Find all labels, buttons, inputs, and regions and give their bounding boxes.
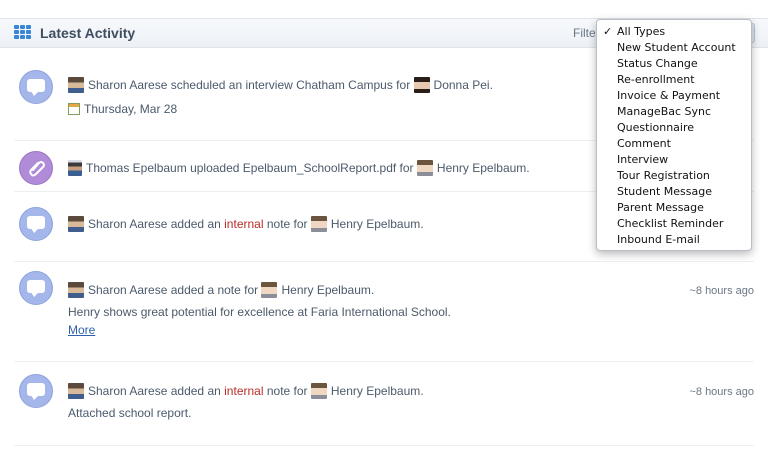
chat-bubble-icon	[19, 207, 53, 241]
avatar	[310, 215, 327, 232]
chat-bubble-icon	[19, 374, 53, 408]
filter-option-interview[interactable]: Interview	[597, 152, 751, 168]
chat-bubble-icon	[19, 70, 53, 104]
activity-date: Thursday, Mar 28	[68, 100, 177, 118]
action-text: added an	[170, 384, 221, 398]
filter-option-status-change[interactable]: Status Change	[597, 56, 751, 72]
activity-text: Sharon Aarese added a note for Henry Epe…	[68, 281, 374, 299]
note-body: Henry shows great potential for excellen…	[68, 305, 451, 319]
action-text: note for	[266, 384, 308, 398]
activity-text: Thomas Epelbaum uploaded Epelbaum_School…	[68, 159, 530, 177]
paperclip-icon	[19, 151, 53, 185]
activity-text: Sharon Aarese added an internal note for…	[68, 382, 424, 400]
filter-dropdown-menu: ✓ All Types New Student Account Status Ch…	[596, 19, 752, 251]
activity-item: Sharon Aarese added an internal note for…	[14, 361, 754, 446]
actor-link[interactable]: Sharon Aarese	[88, 78, 167, 92]
filter-option-re-enrollment[interactable]: Re-enrollment	[597, 72, 751, 88]
target-link[interactable]: Donna Pei.	[434, 78, 493, 92]
timestamp: ~8 hours ago	[689, 386, 754, 398]
filter-option-questionnaire[interactable]: Questionnaire	[597, 120, 751, 136]
internal-label: internal	[224, 384, 264, 398]
checkmark-icon: ✓	[603, 25, 613, 38]
avatar	[68, 76, 84, 93]
activity-item: Sharon Aarese added a note for Henry Epe…	[14, 261, 754, 362]
target-link[interactable]: Henry Epelbaum.	[281, 283, 374, 297]
filter-option-comment[interactable]: Comment	[597, 136, 751, 152]
activity-text: Sharon Aarese added an internal note for…	[68, 215, 424, 233]
target-link[interactable]: Henry Epelbaum.	[437, 161, 530, 175]
actor-link[interactable]: Sharon Aarese	[88, 217, 167, 231]
grid-icon	[14, 25, 32, 39]
target-link[interactable]: Henry Epelbaum.	[331, 217, 424, 231]
note-body: Attached school report.	[68, 406, 192, 420]
more-link[interactable]: More	[68, 323, 95, 337]
action-text: added a note for	[170, 283, 259, 297]
page-title: Latest Activity	[40, 25, 136, 41]
filter-option-tour-registration[interactable]: Tour Registration	[597, 168, 751, 184]
avatar	[413, 76, 430, 93]
actor-link[interactable]: Sharon Aarese	[88, 384, 167, 398]
timestamp: ~8 hours ago	[689, 285, 754, 297]
filter-label[interactable]: Filte	[573, 26, 596, 40]
actor-link[interactable]: Sharon Aarese	[88, 283, 167, 297]
filter-option-student-message[interactable]: Student Message	[597, 184, 751, 200]
calendar-icon	[68, 102, 80, 115]
filter-option-inbound-email[interactable]: Inbound E-mail	[597, 232, 751, 248]
action-text: scheduled an interview Chatham Campus fo…	[170, 78, 411, 92]
avatar	[68, 215, 84, 232]
internal-label: internal	[224, 217, 264, 231]
chat-bubble-icon	[19, 271, 53, 305]
filter-option-managebac-sync[interactable]: ManageBac Sync	[597, 104, 751, 120]
avatar	[68, 382, 84, 399]
date-text: Thursday, Mar 28	[84, 102, 178, 116]
avatar	[261, 281, 278, 298]
avatar	[68, 159, 82, 176]
top-spacer	[0, 0, 768, 18]
action-text: note for	[266, 217, 308, 231]
filter-option-all-types[interactable]: ✓ All Types	[597, 24, 751, 40]
actor-link[interactable]: Thomas Epelbaum	[86, 161, 187, 175]
action-text: uploaded Epelbaum_SchoolReport.pdf for	[190, 161, 414, 175]
activity-text: Sharon Aarese scheduled an interview Cha…	[68, 76, 493, 94]
avatar	[68, 281, 84, 298]
filter-option-parent-message[interactable]: Parent Message	[597, 200, 751, 216]
avatar	[310, 382, 327, 399]
filter-option-checklist-reminder[interactable]: Checklist Reminder	[597, 216, 751, 232]
avatar	[416, 159, 433, 176]
filter-option-invoice-payment[interactable]: Invoice & Payment	[597, 88, 751, 104]
target-link[interactable]: Henry Epelbaum.	[331, 384, 424, 398]
filter-option-new-student-account[interactable]: New Student Account	[597, 40, 751, 56]
action-text: added an	[170, 217, 221, 231]
